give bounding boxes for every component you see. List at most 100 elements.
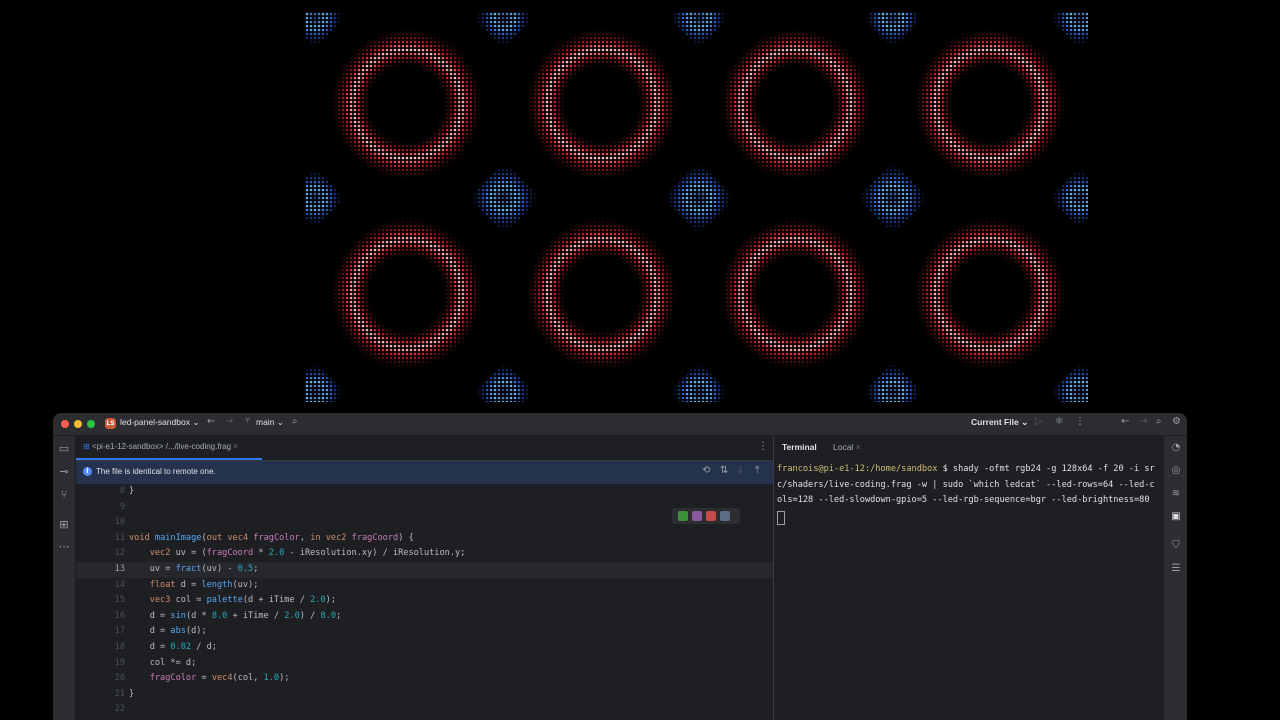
more-actions-icon[interactable]: ⋮: [1075, 416, 1085, 427]
line-number: 17: [114, 626, 125, 637]
code-line[interactable]: 9: [76, 500, 773, 516]
vcs-branches-icon[interactable]: ⑂: [58, 488, 70, 501]
code-line[interactable]: 17 d = abs(d);: [76, 624, 773, 640]
code-area[interactable]: 8} 9 10 11 void mainImage(out vec4 fragColor…: [76, 484, 773, 720]
run-config-name: Current File: [971, 417, 1019, 427]
code-line[interactable]: 15 vec3 col = palette(d + iTime / 2.0);: [76, 593, 773, 609]
led-ring: [912, 216, 1068, 372]
tab-options-icon[interactable]: ⋮: [758, 441, 768, 452]
code-text: d = 0.02 / d;: [129, 642, 217, 652]
terminal-title: Terminal: [782, 442, 817, 452]
debug-icon[interactable]: ✱: [1055, 416, 1063, 427]
code-line[interactable]: 10: [76, 515, 773, 531]
code-line[interactable]: 22: [76, 702, 773, 718]
download-icon[interactable]: ⤓: [738, 465, 742, 476]
terminal-header: Terminal Local ×: [774, 436, 1163, 460]
led-matrix-display: [305, 12, 1088, 402]
security-shield-icon[interactable]: ⛉: [1170, 540, 1182, 551]
led-ring: [524, 26, 680, 182]
code-line[interactable]: 21}: [76, 687, 773, 703]
compare-icon[interactable]: ⇅: [720, 465, 728, 476]
terminal-tab-label: Local: [833, 442, 854, 452]
editor-tab-live-coding[interactable]: ⊞ <pi-e1-12-sandbox> /.../live-coding.fr…: [76, 436, 262, 460]
project-name: led-panel-sandbox: [120, 417, 190, 427]
code-line[interactable]: 19 col *= d;: [76, 656, 773, 672]
file-type-icon: ⊞: [83, 442, 90, 451]
code-editor: ⊞ <pi-e1-12-sandbox> /.../live-coding.fr…: [76, 436, 773, 720]
search-icon[interactable]: ⌕: [292, 416, 298, 427]
nav-back-icon[interactable]: ←: [1121, 416, 1129, 427]
inline-toolbar: [672, 508, 740, 524]
led-ring: [718, 216, 874, 372]
banner-message: The file is identical to remote one.: [96, 467, 216, 476]
led-ring: [329, 216, 485, 372]
branch-name: main: [256, 417, 275, 427]
project-selector[interactable]: led-panel-sandbox ⌄: [120, 417, 199, 428]
terminal-tab-local[interactable]: Local ×: [833, 442, 861, 452]
active-tab-indicator: [76, 458, 262, 460]
nav-forward-icon[interactable]: →: [1139, 416, 1147, 427]
code-text: fragColor = vec4(col, 1.0);: [149, 673, 290, 684]
problems-list-icon[interactable]: ☰: [1170, 563, 1182, 574]
branch-selector[interactable]: main ⌄: [256, 417, 284, 428]
code-line[interactable]: 14 float d = length(uv);: [76, 578, 773, 594]
code-text: float d = length(uv);: [149, 579, 259, 590]
project-folder-icon[interactable]: ▭: [58, 442, 70, 455]
editor-tab-bar: ⊞ <pi-e1-12-sandbox> /.../live-coding.fr…: [76, 436, 773, 461]
line-number: 14: [114, 579, 125, 590]
project-badge: LS: [105, 418, 116, 429]
sync-icon[interactable]: ⟲: [702, 465, 710, 476]
code-text: void mainImage(out vec4 fragColor, in ve…: [129, 532, 414, 543]
terminal-panel: Terminal Local × francois@pi-e1-12:/home…: [774, 436, 1163, 720]
code-line[interactable]: 8}: [76, 484, 773, 500]
structure-icon[interactable]: ⊞: [58, 518, 70, 531]
code-line[interactable]: 18 d = 0.02 / d;: [76, 640, 773, 656]
inline-check-icon[interactable]: [678, 511, 688, 521]
back-arrow-icon[interactable]: ←: [207, 416, 215, 427]
line-number: 15: [114, 595, 125, 606]
close-window-button[interactable]: [61, 420, 69, 428]
code-text: }: [129, 486, 135, 496]
terminal-prompt: francois@pi-e1-12:/home/sandbox: [777, 464, 938, 474]
run-config-selector[interactable]: Current File ⌄: [971, 417, 1028, 428]
close-terminal-tab-icon[interactable]: ×: [856, 442, 861, 452]
left-tool-strip: ▭ ⊸ ⑂ ⊞ ⋯: [53, 436, 76, 720]
info-icon: i: [83, 467, 92, 476]
line-number: 12: [114, 548, 125, 559]
minimize-window-button[interactable]: [74, 420, 82, 428]
settings-gear-icon[interactable]: ⚙: [1172, 416, 1181, 427]
notifications-icon[interactable]: ◔: [1170, 442, 1182, 453]
more-tools-icon[interactable]: ⋯: [58, 540, 70, 553]
inline-share-icon[interactable]: [720, 511, 730, 521]
code-line[interactable]: 11 void mainImage(out vec4 fragColor, in …: [76, 531, 773, 547]
code-line[interactable]: 13 uv = fract(uv) - 0.5;: [76, 562, 773, 578]
line-number: 20: [114, 673, 125, 684]
line-number: 18: [114, 642, 125, 652]
code-text: uv = fract(uv) - 0.5;: [129, 564, 259, 574]
ai-assistant-icon[interactable]: ◎: [1170, 465, 1182, 476]
line-number: 10: [114, 517, 125, 528]
upload-icon[interactable]: ⤒: [755, 465, 759, 476]
code-text: col *= d;: [129, 657, 197, 668]
terminal-icon[interactable]: ▣: [1170, 511, 1182, 522]
code-text: d = abs(d);: [129, 626, 207, 637]
title-bar: LS led-panel-sandbox ⌄ ← → ⑂ main ⌄ ⌕ Cu…: [53, 413, 1187, 436]
inline-ai-icon[interactable]: [692, 511, 702, 521]
branch-icon: ⑂: [245, 416, 251, 426]
line-number: 13: [114, 564, 125, 574]
code-line[interactable]: 16 d = sin(d * 8.0 + iTime / 2.0) / 8.0;: [76, 609, 773, 625]
database-icon[interactable]: ≋: [1170, 488, 1182, 499]
code-line[interactable]: 20 fragColor = vec4(col, 1.0);: [76, 671, 773, 687]
remote-sync-banner: i The file is identical to remote one. ⟲…: [76, 461, 773, 484]
line-number: 19: [114, 657, 125, 668]
terminal-output[interactable]: francois@pi-e1-12:/home/sandbox $ shady …: [777, 462, 1157, 526]
run-icon[interactable]: ▷: [1035, 416, 1043, 427]
global-search-icon[interactable]: ⌕: [1156, 416, 1162, 427]
commit-icon[interactable]: ⊸: [58, 465, 70, 478]
zoom-window-button[interactable]: [87, 420, 95, 428]
close-tab-icon[interactable]: ×: [233, 442, 238, 451]
forward-arrow-icon[interactable]: →: [225, 416, 233, 427]
code-line[interactable]: 12 vec2 uv = (fragCoord * 2.0 - iResolut…: [76, 546, 773, 562]
line-number: 11: [114, 532, 125, 543]
inline-error-icon[interactable]: [706, 511, 716, 521]
